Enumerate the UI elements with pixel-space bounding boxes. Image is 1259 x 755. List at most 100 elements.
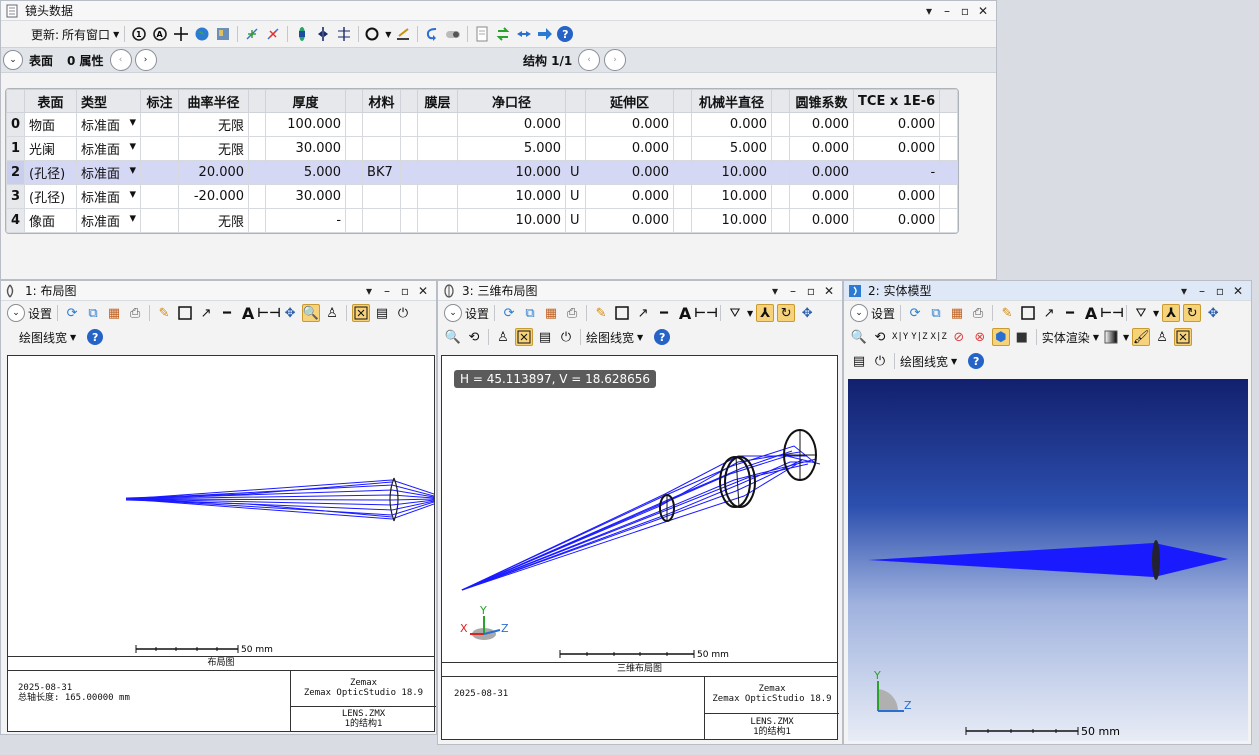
- window-layout-icon[interactable]: ▤: [373, 304, 391, 322]
- cell-clear-flag[interactable]: [565, 136, 587, 161]
- reset-view-icon[interactable]: ⟲: [871, 328, 889, 346]
- cell-surface[interactable]: 光阑: [24, 136, 78, 161]
- reset-view-icon[interactable]: ⟲: [465, 328, 483, 346]
- cell-material[interactable]: [362, 208, 402, 233]
- maximize-button[interactable]: ▫: [1211, 284, 1229, 298]
- type-dropdown-icon[interactable]: ▾: [130, 211, 137, 226]
- dropdown-icon[interactable]: ▾: [1175, 284, 1193, 298]
- settings-chevron-icon[interactable]: ⌄: [444, 304, 462, 322]
- cell-material[interactable]: [362, 184, 402, 209]
- line-tool-icon[interactable]: ━: [1061, 304, 1079, 322]
- cell-conic[interactable]: 0.000: [789, 112, 855, 137]
- view-xz-button[interactable]: X|Z: [931, 332, 947, 342]
- cell-chip[interactable]: 0.000: [585, 160, 675, 185]
- solve-cell[interactable]: [248, 136, 267, 161]
- layout-plot[interactable]: 50 mm: [7, 355, 435, 657]
- cell-comment[interactable]: [140, 136, 180, 161]
- cell-thickness[interactable]: 100.000: [265, 112, 347, 137]
- row-index[interactable]: 2: [6, 160, 26, 185]
- close-button[interactable]: ✕: [820, 284, 838, 298]
- pencil-icon[interactable]: ✎: [998, 304, 1016, 322]
- cell-tce[interactable]: 0.000: [853, 184, 941, 209]
- cell-clear[interactable]: 0.000: [457, 112, 567, 137]
- row-index[interactable]: 4: [6, 208, 26, 233]
- cell-tce[interactable]: 0.000: [853, 136, 941, 161]
- cell-comment[interactable]: [140, 184, 180, 209]
- solve-cell[interactable]: [400, 208, 419, 233]
- cell-tce[interactable]: 0.000: [853, 112, 941, 137]
- tilt-decenter-icon[interactable]: [335, 25, 353, 43]
- cell-chip[interactable]: 0.000: [585, 112, 675, 137]
- cell-material[interactable]: [362, 136, 402, 161]
- table-row[interactable]: 4 像面 标准面 ▾ 无限 - 10.000 U 0.000 10.000 0.000 0.000: [6, 208, 959, 233]
- maximize-button[interactable]: ▫: [956, 4, 974, 18]
- print-icon[interactable]: ⎙: [969, 304, 987, 322]
- cell-thickness[interactable]: -: [265, 208, 347, 233]
- cell-surface[interactable]: 物面: [24, 112, 78, 137]
- cell-type[interactable]: 标准面 ▾: [76, 208, 142, 233]
- fit-icon[interactable]: [352, 304, 371, 322]
- rotate-icon[interactable]: ↻: [1183, 304, 1202, 322]
- cell-radius[interactable]: 20.000: [178, 160, 250, 185]
- notes-icon[interactable]: [473, 25, 491, 43]
- close-button[interactable]: ✕: [1229, 284, 1247, 298]
- row-index[interactable]: 1: [6, 136, 26, 161]
- view-dropdown[interactable]: ▼: [1153, 309, 1159, 318]
- cell-radius[interactable]: -20.000: [178, 184, 250, 209]
- power-icon[interactable]: ⏻: [394, 304, 412, 322]
- cell-thickness[interactable]: 30.000: [265, 136, 347, 161]
- cell-comment[interactable]: [140, 160, 180, 185]
- minimize-button[interactable]: –: [1193, 284, 1211, 298]
- next-surface-button[interactable]: ›: [134, 49, 157, 71]
- help-icon[interactable]: ?: [87, 329, 104, 345]
- arrow-tool-icon[interactable]: ↗: [634, 304, 652, 322]
- cell-tce[interactable]: -: [853, 160, 941, 185]
- update-all-icon[interactable]: A: [151, 25, 169, 43]
- refresh-icon[interactable]: ⟳: [906, 304, 924, 322]
- power-icon[interactable]: ⏻: [871, 352, 889, 370]
- cell-mech[interactable]: 10.000: [691, 160, 773, 185]
- print-icon[interactable]: ⎙: [126, 304, 144, 322]
- settings-chevron-icon[interactable]: ⌄: [7, 304, 25, 322]
- reverse-icon[interactable]: [314, 25, 332, 43]
- settings-button[interactable]: 设置: [28, 305, 52, 322]
- text-tool-icon[interactable]: A: [1082, 304, 1100, 323]
- cell-coating[interactable]: [417, 112, 459, 137]
- aperture-icon[interactable]: [364, 25, 382, 43]
- refresh-icon[interactable]: ⟳: [500, 304, 518, 322]
- solve-cell[interactable]: [673, 160, 693, 185]
- shade-icon[interactable]: ■: [1013, 328, 1031, 346]
- solid-model-view[interactable]: Y Z 50 mm: [848, 379, 1248, 741]
- cell-chip[interactable]: 0.000: [585, 184, 675, 209]
- cell-surface[interactable]: 像面: [24, 208, 78, 233]
- map-icon[interactable]: [214, 25, 232, 43]
- expand-chevron-icon[interactable]: ⌄: [3, 50, 23, 70]
- settings-button[interactable]: 设置: [871, 305, 895, 322]
- help-icon[interactable]: ?: [654, 329, 671, 345]
- dimension-tool-icon[interactable]: ⊢⊣: [257, 304, 281, 322]
- help-icon[interactable]: ?: [968, 353, 985, 369]
- rotate-view-icon[interactable]: ⛛: [1132, 304, 1150, 322]
- cell-tce[interactable]: 0.000: [853, 208, 941, 233]
- solve-cell[interactable]: [400, 136, 419, 161]
- maximize-button[interactable]: ▫: [396, 284, 414, 298]
- solve-cell[interactable]: [400, 112, 419, 137]
- cell-coating[interactable]: [417, 184, 459, 209]
- solve-cell[interactable]: [248, 184, 267, 209]
- rotate-view-icon[interactable]: ⛛: [726, 304, 744, 322]
- solve-cell[interactable]: [400, 184, 419, 209]
- stamp-icon[interactable]: ♙: [494, 328, 512, 346]
- refresh-icon[interactable]: ⟳: [63, 304, 81, 322]
- zoom-icon[interactable]: 🔍: [444, 328, 462, 346]
- settings-chevron-icon[interactable]: ⌄: [850, 304, 868, 322]
- fit-icon[interactable]: [1174, 328, 1193, 346]
- cell-type[interactable]: 标准面 ▾: [76, 136, 142, 161]
- rectangle-icon[interactable]: [176, 304, 194, 322]
- minimize-button[interactable]: –: [938, 4, 956, 18]
- stamp-icon[interactable]: ♙: [323, 304, 341, 322]
- linewidth-dropdown[interactable]: 绘图线宽 ▼: [19, 329, 76, 346]
- cell-radius[interactable]: 无限: [178, 208, 250, 233]
- cell-type[interactable]: 标准面 ▾: [76, 112, 142, 137]
- cell-conic[interactable]: 0.000: [789, 160, 855, 185]
- line-tool-icon[interactable]: ━: [655, 304, 673, 322]
